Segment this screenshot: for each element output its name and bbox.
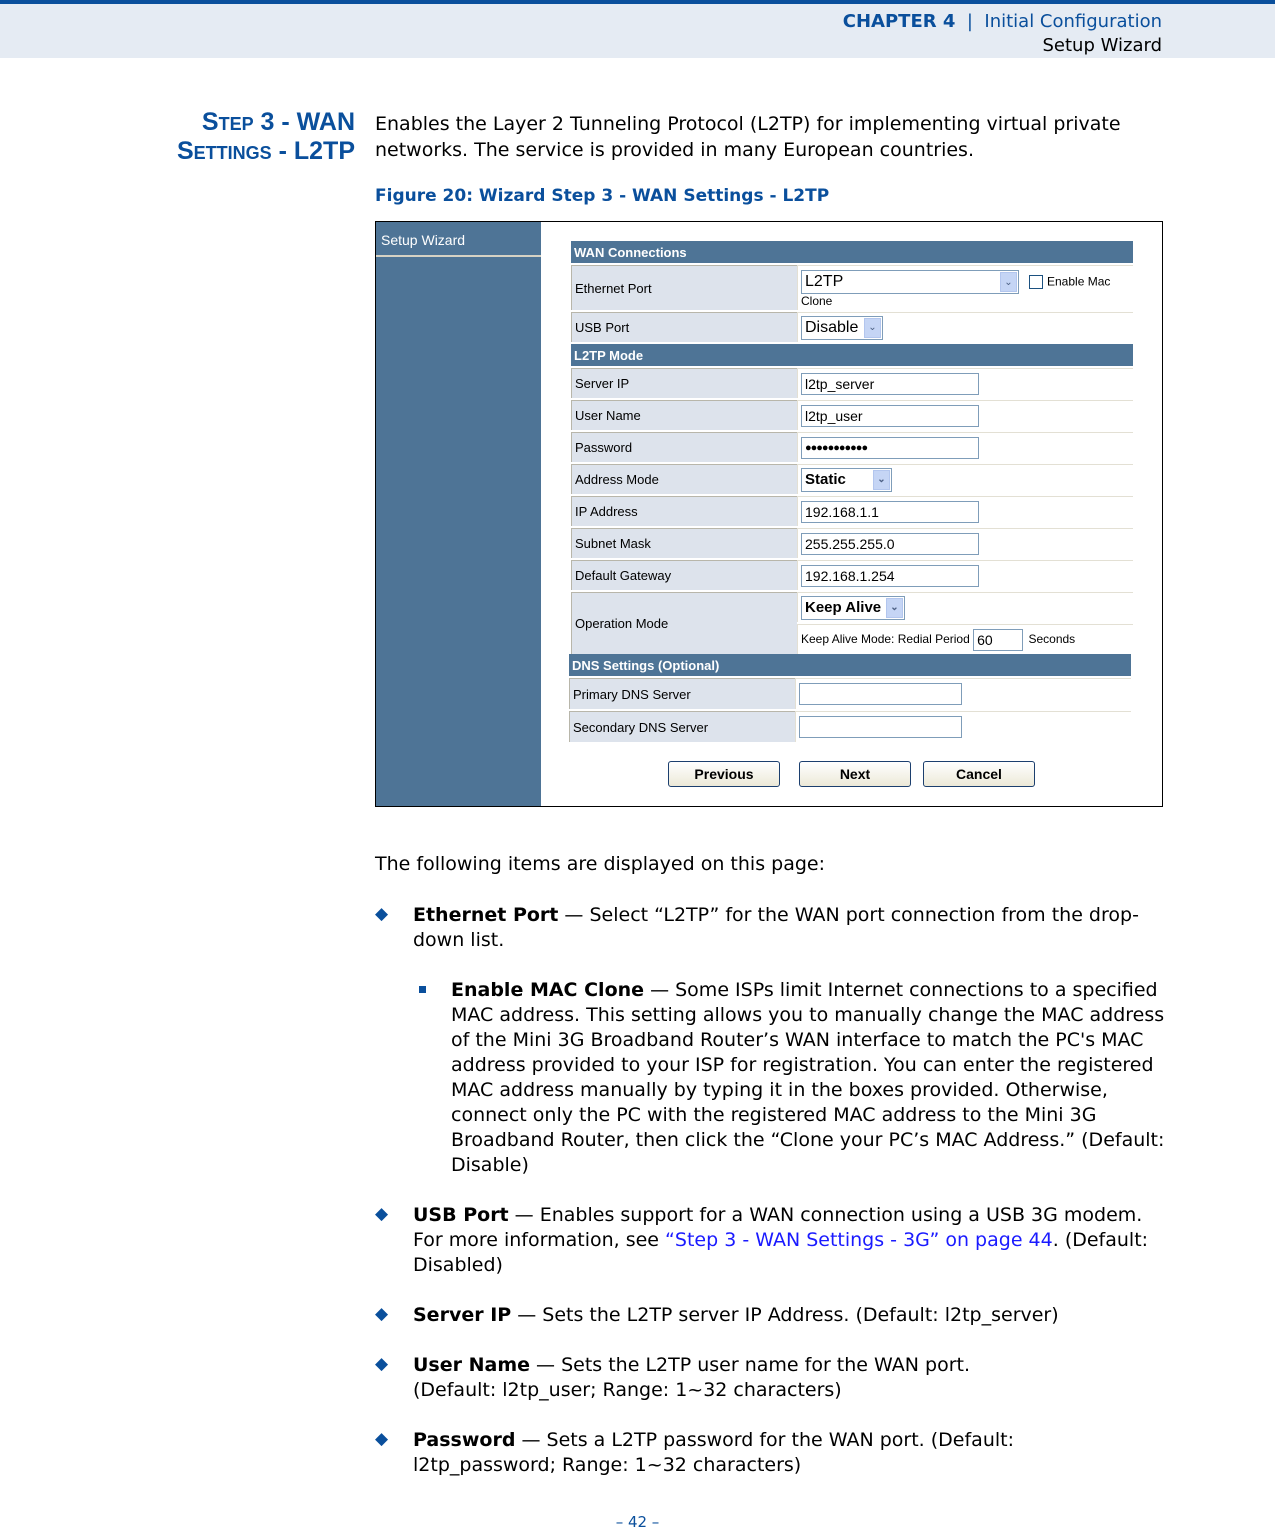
section-dns-settings: DNS Settings (Optional) xyxy=(569,654,1131,676)
section-heading-line2: Settings - L2TP xyxy=(176,137,355,165)
section-heading: Step 3 - WAN Settings - L2TP xyxy=(177,108,355,166)
subnet-mask-label: Subnet Mask xyxy=(571,528,797,558)
item-ethernet-port: Ethernet Port — Select “L2TP” for the WA… xyxy=(413,903,1173,953)
item-server-ip: Server IP — Sets the L2TP server IP Addr… xyxy=(413,1303,1173,1328)
password-cell: ●●●●●●●●●●● xyxy=(797,432,1133,462)
operation-mode-label: Operation Mode xyxy=(571,592,797,654)
item-description: — Some ISPs limit Internet connections t… xyxy=(451,979,1165,1176)
item-term: USB Port xyxy=(413,1204,509,1226)
sidebar-divider xyxy=(376,255,541,257)
usb-port-value: Disable xyxy=(805,318,859,336)
item-password: Password — Sets a L2TP password for the … xyxy=(413,1428,1113,1478)
usb-port-cell: Disable ⌄ xyxy=(797,312,1133,342)
user-name-input[interactable]: l2tp_user xyxy=(801,404,979,427)
enable-mac-clone-checkbox[interactable] xyxy=(1029,275,1043,289)
item-description: — Sets the L2TP server IP Address. (Defa… xyxy=(511,1304,1059,1326)
primary-dns-label: Primary DNS Server xyxy=(569,678,795,709)
chevron-down-icon: ⌄ xyxy=(886,597,903,618)
address-mode-select[interactable]: Static ⌄ xyxy=(801,467,892,492)
item-term: Ethernet Port xyxy=(413,904,559,926)
primary-dns-cell xyxy=(795,678,1131,709)
ip-address-input[interactable]: 192.168.1.1 xyxy=(801,500,979,523)
user-name-cell: l2tp_user xyxy=(797,400,1133,430)
password-label: Password xyxy=(571,432,797,462)
header-separator: | xyxy=(966,11,973,32)
page-number: – 42 – xyxy=(615,1513,660,1531)
ip-address-cell: 192.168.1.1 xyxy=(797,496,1133,526)
address-mode-label: Address Mode xyxy=(571,464,797,494)
enable-mac-label: Enable Mac xyxy=(1047,274,1111,289)
item-user-name: User Name — Sets the L2TP user name for … xyxy=(413,1353,1053,1403)
operation-mode-cell: Keep Alive ⌄ xyxy=(797,592,1133,622)
ip-address-label: IP Address xyxy=(571,496,797,526)
section-title: Setup Wizard xyxy=(1042,35,1162,56)
redial-unit-label: Seconds xyxy=(1028,631,1076,646)
page-header: CHAPTER 4 | Initial Configuration Setup … xyxy=(0,0,1275,58)
redial-period-cell: Keep Alive Mode: Redial Period 60 Second… xyxy=(797,624,1133,654)
diamond-bullet-icon: ◆ xyxy=(375,904,389,924)
next-button[interactable]: Next xyxy=(799,761,911,787)
diamond-bullet-icon: ◆ xyxy=(375,1354,389,1374)
previous-button[interactable]: Previous xyxy=(668,761,780,787)
subnet-mask-input[interactable]: 255.255.255.0 xyxy=(801,532,979,555)
operation-mode-value: Keep Alive xyxy=(805,599,882,616)
redial-period-input[interactable]: 60 xyxy=(973,628,1024,651)
chapter-label: CHAPTER 4 xyxy=(842,11,956,32)
diamond-bullet-icon: ◆ xyxy=(375,1429,389,1449)
operation-mode-select[interactable]: Keep Alive ⌄ xyxy=(801,595,905,620)
chevron-down-icon: ⌄ xyxy=(1000,272,1017,292)
sidebar-title[interactable]: Setup Wizard xyxy=(381,232,465,248)
default-gateway-input[interactable]: 192.168.1.254 xyxy=(801,564,979,587)
item-enable-mac-clone: Enable MAC Clone — Some ISPs limit Inter… xyxy=(451,978,1169,1178)
user-name-label: User Name xyxy=(571,400,797,430)
secondary-dns-input[interactable] xyxy=(799,716,962,738)
chevron-down-icon: ⌄ xyxy=(873,469,890,490)
secondary-dns-label: Secondary DNS Server xyxy=(569,711,795,742)
wizard-screenshot: Setup Wizard WAN Connections Ethernet Po… xyxy=(375,221,1163,807)
server-ip-cell: l2tp_server xyxy=(797,368,1133,398)
ethernet-port-select[interactable]: L2TP ⌄ xyxy=(801,270,1019,294)
section-l2tp-mode: L2TP Mode xyxy=(571,344,1133,366)
square-bullet-icon xyxy=(419,986,426,993)
chapter-line: CHAPTER 4 | Initial Configuration xyxy=(843,11,1162,32)
redial-period-label: Keep Alive Mode: Redial Period xyxy=(801,631,970,646)
item-term: Password xyxy=(413,1429,516,1451)
item-term: User Name xyxy=(413,1354,531,1376)
clone-label: Clone xyxy=(801,294,833,308)
wan-settings-table: WAN Connections Ethernet Port L2TP ⌄ Enabl… xyxy=(571,239,1133,656)
ethernet-port-label: Ethernet Port xyxy=(571,265,797,310)
section-heading-line1: Step 3 - WAN xyxy=(201,108,355,136)
sidebar-notch xyxy=(541,652,546,806)
diamond-bullet-icon: ◆ xyxy=(375,1304,389,1324)
password-input[interactable]: ●●●●●●●●●●● xyxy=(801,436,979,459)
intro-paragraph: Enables the Layer 2 Tunneling Protocol (… xyxy=(375,113,1121,161)
default-gateway-cell: 192.168.1.254 xyxy=(797,560,1133,590)
cancel-button[interactable]: Cancel xyxy=(923,761,1035,787)
wizard-sidebar: Setup Wizard xyxy=(376,222,541,806)
secondary-dns-cell xyxy=(795,711,1131,742)
section-wan-connections: WAN Connections xyxy=(571,241,1133,263)
server-ip-input[interactable]: l2tp_server xyxy=(801,372,979,395)
cross-reference-link[interactable]: “Step 3 - WAN Settings - 3G” on page 44 xyxy=(665,1229,1053,1251)
address-mode-value: Static xyxy=(805,471,846,488)
server-ip-label: Server IP xyxy=(571,368,797,398)
usb-port-label: USB Port xyxy=(571,312,797,342)
figure-caption: Figure 20: Wizard Step 3 - WAN Settings … xyxy=(375,186,830,206)
primary-dns-input[interactable] xyxy=(799,683,962,705)
ethernet-port-cell: L2TP ⌄ Enable Mac Clone xyxy=(797,265,1133,310)
ethernet-port-value: L2TP xyxy=(805,273,844,290)
diamond-bullet-icon: ◆ xyxy=(375,1204,389,1224)
address-mode-cell: Static ⌄ xyxy=(797,464,1133,494)
chapter-title: Initial Configuration xyxy=(984,11,1162,32)
default-gateway-label: Default Gateway xyxy=(571,560,797,590)
dns-settings-table: DNS Settings (Optional) Primary DNS Serv… xyxy=(569,652,1131,744)
items-intro: The following items are displayed on thi… xyxy=(375,853,825,875)
subnet-mask-cell: 255.255.255.0 xyxy=(797,528,1133,558)
item-term: Server IP xyxy=(413,1304,512,1326)
usb-port-select[interactable]: Disable ⌄ xyxy=(801,315,883,340)
item-usb-port: USB Port — Enables support for a WAN con… xyxy=(413,1203,1173,1278)
chevron-down-icon: ⌄ xyxy=(864,317,881,338)
item-term: Enable MAC Clone xyxy=(451,979,645,1001)
